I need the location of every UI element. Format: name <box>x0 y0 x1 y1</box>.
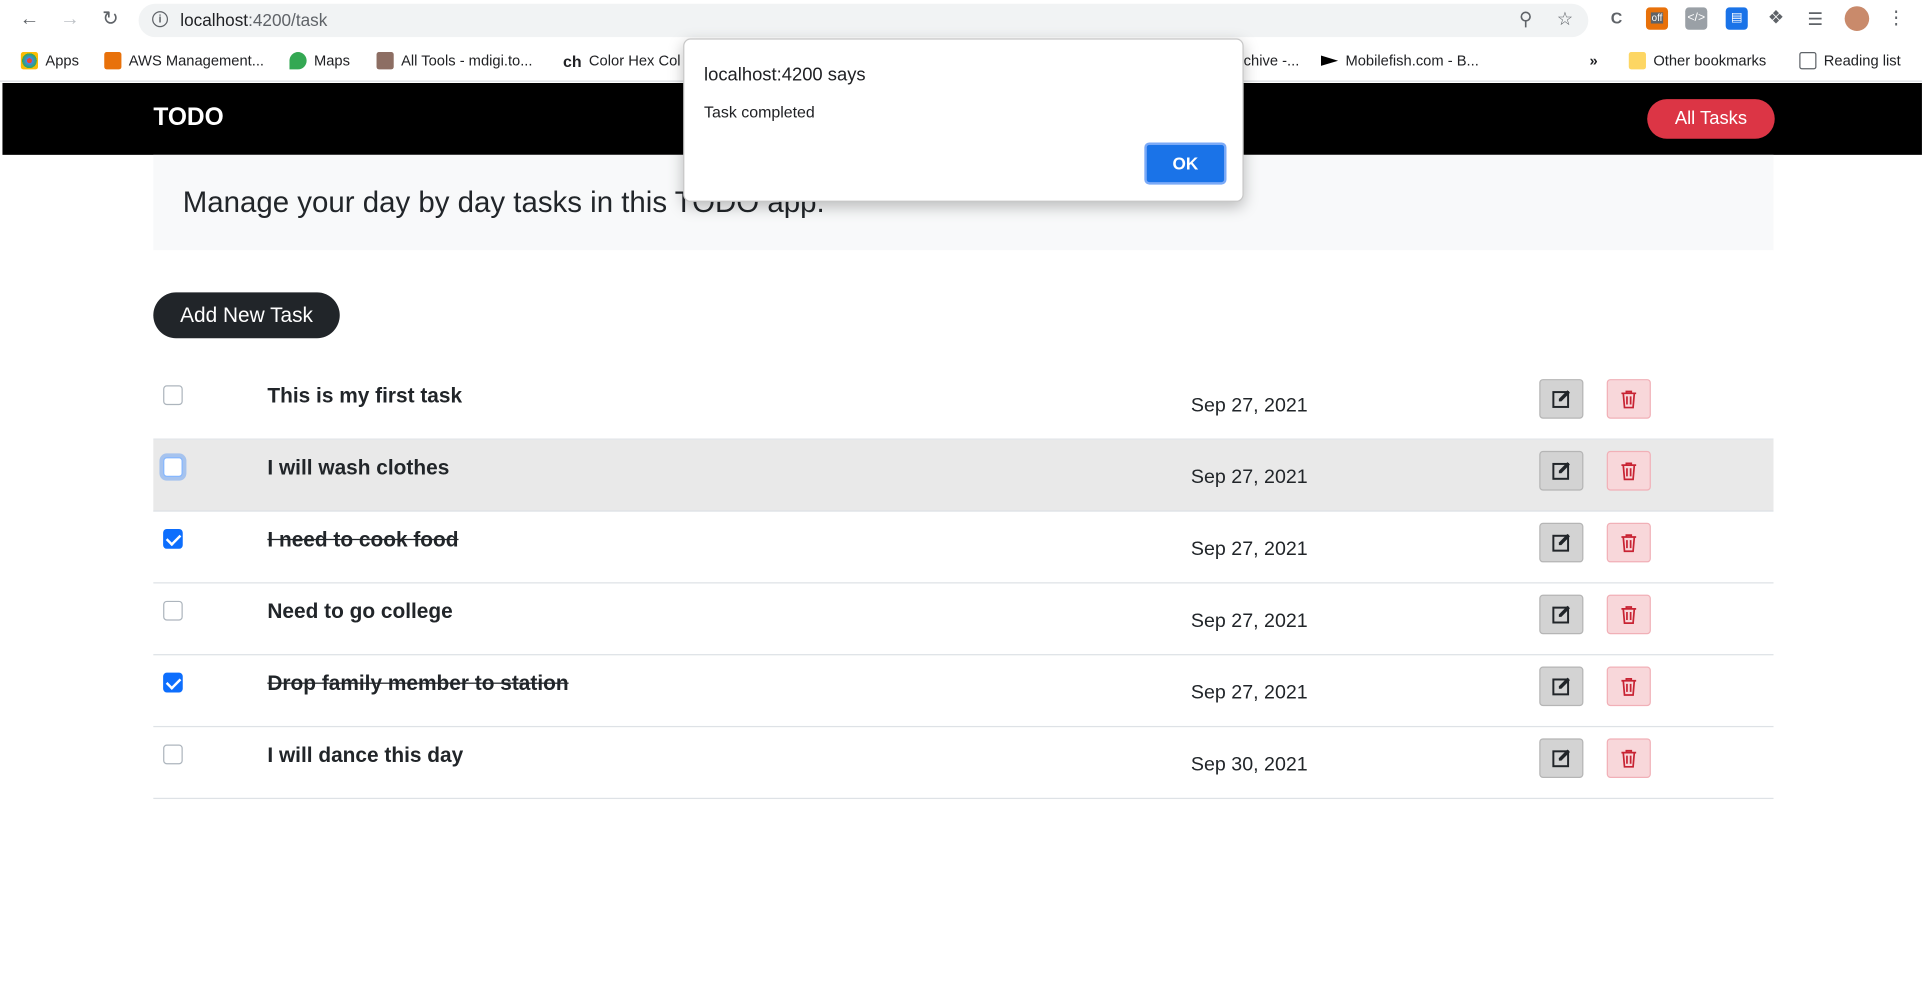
delete-task-button[interactable] <box>1606 666 1651 707</box>
task-row: Drop family member to station Sep 27, 20… <box>153 655 1774 728</box>
task-date: Sep 27, 2021 <box>1190 610 1308 632</box>
trash-icon <box>1621 749 1637 768</box>
back-icon[interactable]: ← <box>17 7 42 32</box>
apps-grid-icon <box>20 52 39 70</box>
task-date: Sep 27, 2021 <box>1190 467 1308 489</box>
edit-icon <box>1552 749 1570 768</box>
edit-icon <box>1552 390 1570 408</box>
task-title: Need to go college <box>267 599 453 624</box>
browser-toolbar: ← → ↻ i localhost:4200/task ⚲ ☆ C off </… <box>0 0 1922 41</box>
edit-task-button[interactable] <box>1539 522 1584 563</box>
delete-task-button[interactable] <box>1606 450 1651 491</box>
edit-icon <box>1552 533 1570 552</box>
task-complete-checkbox[interactable] <box>163 672 183 693</box>
mobilefish-icon <box>1320 55 1339 66</box>
extension-off-icon[interactable]: off <box>1645 7 1669 30</box>
bookmark-star-icon[interactable]: ☆ <box>1554 9 1576 31</box>
url-text: localhost:4200/task <box>180 9 328 30</box>
delete-task-button[interactable] <box>1606 738 1651 778</box>
bookmark-other[interactable]: Other bookmarks <box>1628 51 1766 71</box>
reload-icon[interactable]: ↻ <box>98 7 123 32</box>
edit-icon <box>1552 462 1570 480</box>
trash-icon <box>1621 534 1637 553</box>
trash-icon <box>1621 606 1637 624</box>
browser-menu-icon[interactable]: ⋮ <box>1885 7 1908 30</box>
task-row: I need to cook food Sep 27, 2021 <box>153 512 1774 584</box>
site-info-icon[interactable]: i <box>152 11 169 28</box>
task-title: This is my first task <box>267 384 463 408</box>
app-brand[interactable]: TODO <box>153 104 223 132</box>
delete-task-button[interactable] <box>1606 522 1651 563</box>
alert-dialog: localhost:4200 says Task completed OK <box>683 38 1244 202</box>
delete-task-button[interactable] <box>1606 379 1651 419</box>
dialog-ok-button[interactable]: OK <box>1144 142 1227 185</box>
bookmark-archive[interactable]: chive -... <box>1244 51 1300 71</box>
trash-icon <box>1621 390 1637 409</box>
task-title: Drop family member to station <box>267 671 569 695</box>
add-new-task-button[interactable]: Add New Task <box>153 292 340 339</box>
task-complete-checkbox[interactable] <box>163 385 183 406</box>
aws-cube-icon <box>104 52 122 70</box>
address-bar[interactable]: i localhost:4200/task ⚲ ☆ <box>138 3 1589 38</box>
tools-icon <box>376 52 394 70</box>
task-row: Need to go college Sep 27, 2021 <box>153 583 1774 656</box>
task-date: Sep 27, 2021 <box>1190 538 1308 560</box>
task-table: This is my first task Sep 27, 2021 I wil… <box>153 368 1774 800</box>
delete-task-button[interactable] <box>1606 594 1651 635</box>
maps-pin-icon <box>289 52 307 70</box>
edit-task-button[interactable] <box>1539 379 1584 419</box>
bookmark-all-tools[interactable]: All Tools - mdigi.to... <box>376 51 532 71</box>
task-date: Sep 30, 2021 <box>1190 754 1308 776</box>
edit-icon <box>1552 605 1570 624</box>
reading-list-icon <box>1799 52 1817 70</box>
edit-task-button[interactable] <box>1539 738 1584 778</box>
task-title: I will wash clothes <box>267 455 450 480</box>
edit-task-button[interactable] <box>1539 666 1584 707</box>
folder-icon <box>1628 52 1646 70</box>
task-title: I will dance this day <box>267 743 464 767</box>
ch-logo-icon: ch <box>562 51 582 70</box>
forward-icon[interactable]: → <box>58 7 83 32</box>
task-complete-checkbox[interactable] <box>163 600 183 621</box>
bookmark-maps[interactable]: Maps <box>289 51 350 71</box>
edit-task-button[interactable] <box>1539 450 1584 491</box>
task-row: I will dance this day Sep 30, 2021 <box>153 727 1774 800</box>
reading-list[interactable]: Reading list <box>1799 51 1901 71</box>
task-complete-checkbox[interactable] <box>163 457 183 477</box>
bookmarks-overflow-chevron[interactable]: » <box>1590 51 1598 71</box>
task-date: Sep 27, 2021 <box>1190 682 1308 704</box>
extension-code-icon[interactable]: </> <box>1685 7 1708 30</box>
edit-task-button[interactable] <box>1539 594 1584 635</box>
profile-avatar[interactable] <box>1844 6 1870 31</box>
trash-icon <box>1621 462 1637 481</box>
all-tasks-button[interactable]: All Tasks <box>1647 99 1775 139</box>
extensions-puzzle-icon[interactable]: ❖ <box>1764 7 1788 30</box>
task-complete-checkbox[interactable] <box>163 528 183 549</box>
dialog-message: Task completed <box>704 102 815 122</box>
task-row: This is my first task Sep 27, 2021 <box>153 368 1774 440</box>
bookmark-mobilefish[interactable]: Mobilefish.com - B... <box>1320 51 1479 71</box>
dialog-title: localhost:4200 says <box>704 64 866 86</box>
task-date: Sep 27, 2021 <box>1190 395 1308 417</box>
task-complete-checkbox[interactable] <box>163 744 183 765</box>
trash-icon <box>1621 677 1637 696</box>
task-title: I need to cook food <box>267 527 459 552</box>
bookmark-aws[interactable]: AWS Management... <box>104 51 264 71</box>
bookmark-apps[interactable]: Apps <box>20 51 79 71</box>
task-row: I will wash clothes Sep 27, 2021 <box>153 439 1774 512</box>
extension-c-icon[interactable]: C <box>1605 7 1628 30</box>
bookmark-color-hex[interactable]: ch Color Hex Col <box>563 51 681 71</box>
zoom-icon[interactable]: ⚲ <box>1515 9 1537 31</box>
media-control-icon[interactable]: ☰ <box>1804 7 1827 30</box>
extension-blue-icon[interactable]: ▤ <box>1725 7 1748 30</box>
edit-icon <box>1552 677 1570 696</box>
